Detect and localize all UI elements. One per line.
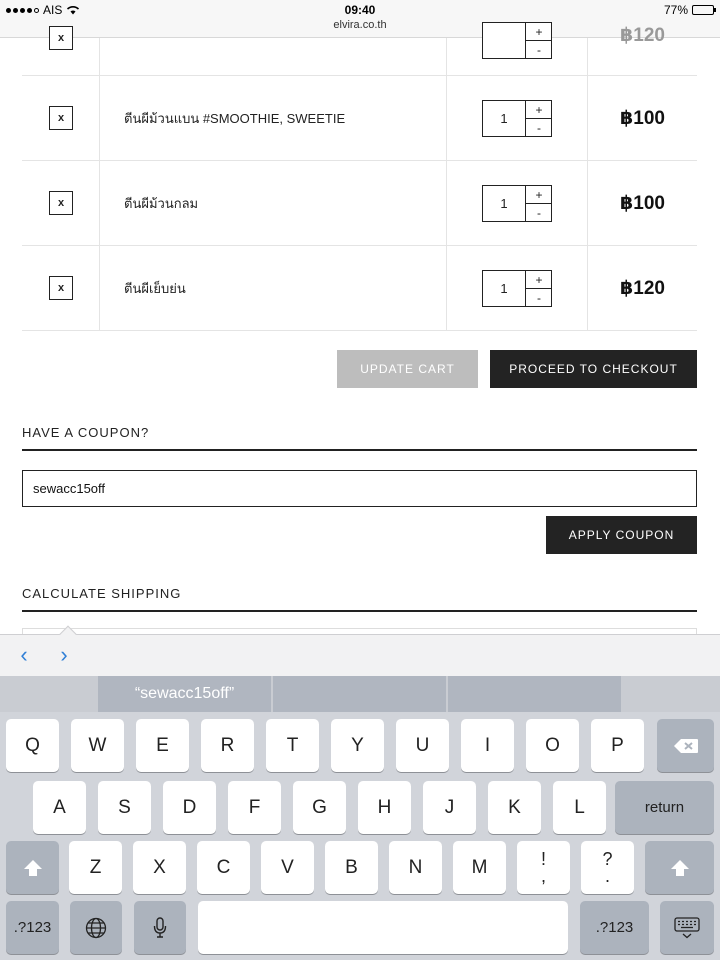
remove-item-button[interactable]: x bbox=[49, 276, 73, 300]
decrease-qty-button[interactable]: - bbox=[526, 119, 552, 137]
product-name[interactable]: ตีนผีเย็บย่น bbox=[124, 246, 186, 330]
suggestion-item[interactable] bbox=[448, 676, 621, 712]
key-a[interactable]: A bbox=[33, 781, 86, 834]
quantity-stepper: 1 + - bbox=[482, 100, 552, 137]
cart-row: x ตีนผีเย็บย่น 1 + - ฿120 bbox=[22, 246, 697, 331]
key-primary-char: ! bbox=[540, 848, 546, 869]
key-d[interactable]: D bbox=[163, 781, 216, 834]
cart-row: x ตีนผีม้วนกลม 1 + - ฿100 bbox=[22, 161, 697, 246]
key-secondary-char: , bbox=[540, 865, 546, 886]
key-l[interactable]: L bbox=[553, 781, 606, 834]
update-cart-button[interactable]: UPDATE CART bbox=[337, 350, 478, 388]
key-y[interactable]: Y bbox=[331, 719, 384, 772]
backspace-key[interactable] bbox=[657, 719, 714, 772]
item-price: ฿120 bbox=[620, 25, 665, 46]
increase-qty-button[interactable]: + bbox=[526, 271, 552, 289]
shift-key-right[interactable] bbox=[645, 841, 714, 894]
suggestion-item[interactable] bbox=[273, 676, 446, 712]
key-g[interactable]: G bbox=[293, 781, 346, 834]
key-k[interactable]: K bbox=[488, 781, 541, 834]
apply-coupon-button[interactable]: APPLY COUPON bbox=[546, 516, 697, 554]
key-f[interactable]: F bbox=[228, 781, 281, 834]
coupon-code-input[interactable]: sewacc15off bbox=[22, 470, 697, 507]
key-primary-char: ? bbox=[602, 848, 613, 869]
product-name[interactable]: ตีนผีม้วนกลม bbox=[124, 161, 198, 245]
return-key[interactable]: return bbox=[615, 781, 714, 834]
cart-row: x + - ฿120 bbox=[22, 22, 697, 76]
delete-icon bbox=[673, 738, 698, 753]
keyboard-accessory-bar: ‹ › bbox=[0, 625, 720, 676]
increase-qty-button[interactable]: + bbox=[526, 23, 552, 41]
quantity-stepper: + - bbox=[482, 22, 552, 59]
microphone-icon bbox=[153, 916, 167, 938]
product-name[interactable]: ตีนผีม้วนแบน #SMOOTHIE, SWEETIE bbox=[124, 76, 345, 160]
remove-item-button[interactable]: x bbox=[49, 106, 73, 130]
key-h[interactable]: H bbox=[358, 781, 411, 834]
key-v[interactable]: V bbox=[261, 841, 314, 894]
decrease-qty-button[interactable]: - bbox=[526, 41, 552, 59]
hide-keyboard-key[interactable] bbox=[660, 901, 714, 954]
remove-item-button[interactable]: x bbox=[49, 26, 73, 50]
key-z[interactable]: Z bbox=[69, 841, 122, 894]
quantity-input[interactable]: 1 bbox=[483, 101, 526, 136]
decrease-qty-button[interactable]: - bbox=[526, 204, 552, 222]
cart-row: x ตีนผีม้วนแบน #SMOOTHIE, SWEETIE 1 + - … bbox=[22, 76, 697, 161]
decrease-qty-button[interactable]: - bbox=[526, 289, 552, 307]
key-e[interactable]: E bbox=[136, 719, 189, 772]
key-q[interactable]: Q bbox=[6, 719, 59, 772]
key-j[interactable]: J bbox=[423, 781, 476, 834]
key-x[interactable]: X bbox=[133, 841, 186, 894]
keyboard-dismiss-icon bbox=[674, 916, 700, 938]
suggestion-item[interactable]: “sewacc15off” bbox=[98, 676, 271, 712]
numbers-key-right[interactable]: .?123 bbox=[580, 901, 649, 954]
globe-key[interactable] bbox=[70, 901, 122, 954]
globe-icon bbox=[85, 917, 107, 938]
next-field-icon[interactable]: › bbox=[52, 642, 76, 667]
key-secondary-char: . bbox=[604, 865, 610, 886]
key-p[interactable]: P bbox=[591, 719, 644, 772]
key-b[interactable]: B bbox=[325, 841, 378, 894]
item-price: ฿120 bbox=[620, 277, 665, 299]
quantity-stepper: 1 + - bbox=[482, 185, 552, 222]
key-exclamation-comma[interactable]: ! , bbox=[517, 841, 570, 894]
key-r[interactable]: R bbox=[201, 719, 254, 772]
key-m[interactable]: M bbox=[453, 841, 506, 894]
autocorrect-bar: “sewacc15off” bbox=[0, 676, 720, 712]
space-key[interactable] bbox=[198, 901, 568, 954]
quantity-stepper: 1 + - bbox=[482, 270, 552, 307]
coupon-heading: HAVE A COUPON? bbox=[22, 425, 697, 451]
item-price: ฿100 bbox=[620, 192, 665, 214]
dictation-key[interactable] bbox=[134, 901, 186, 954]
proceed-to-checkout-button[interactable]: PROCEED TO CHECKOUT bbox=[490, 350, 697, 388]
numbers-key[interactable]: .?123 bbox=[6, 901, 59, 954]
key-n[interactable]: N bbox=[389, 841, 442, 894]
clock: 09:40 bbox=[344, 3, 376, 17]
battery-percent: 77% bbox=[663, 3, 688, 17]
remove-item-button[interactable]: x bbox=[49, 191, 73, 215]
key-o[interactable]: O bbox=[526, 719, 579, 772]
on-screen-keyboard: Q W E R T Y U I O P A S D F G H J K L re… bbox=[0, 712, 720, 960]
previous-field-icon[interactable]: ‹ bbox=[12, 642, 36, 667]
quantity-input[interactable]: 1 bbox=[483, 186, 526, 221]
shift-icon bbox=[670, 859, 689, 876]
increase-qty-button[interactable]: + bbox=[526, 101, 552, 119]
quantity-input[interactable]: 1 bbox=[483, 271, 526, 306]
key-question-period[interactable]: ? . bbox=[581, 841, 634, 894]
battery-info: 77% bbox=[663, 3, 716, 17]
key-w[interactable]: W bbox=[71, 719, 124, 772]
key-i[interactable]: I bbox=[461, 719, 514, 772]
shift-key[interactable] bbox=[6, 841, 59, 894]
quantity-input[interactable] bbox=[483, 23, 526, 58]
battery-icon bbox=[692, 5, 716, 15]
shift-icon bbox=[23, 859, 42, 876]
item-price: ฿100 bbox=[620, 107, 665, 129]
key-s[interactable]: S bbox=[98, 781, 151, 834]
increase-qty-button[interactable]: + bbox=[526, 186, 552, 204]
key-c[interactable]: C bbox=[197, 841, 250, 894]
shipping-heading: CALCULATE SHIPPING bbox=[22, 586, 697, 612]
cart-table: x + - ฿120 x ตีนผีม้วนแบน #SMOOTHIE, SWE… bbox=[22, 22, 697, 331]
key-u[interactable]: U bbox=[396, 719, 449, 772]
key-t[interactable]: T bbox=[266, 719, 319, 772]
